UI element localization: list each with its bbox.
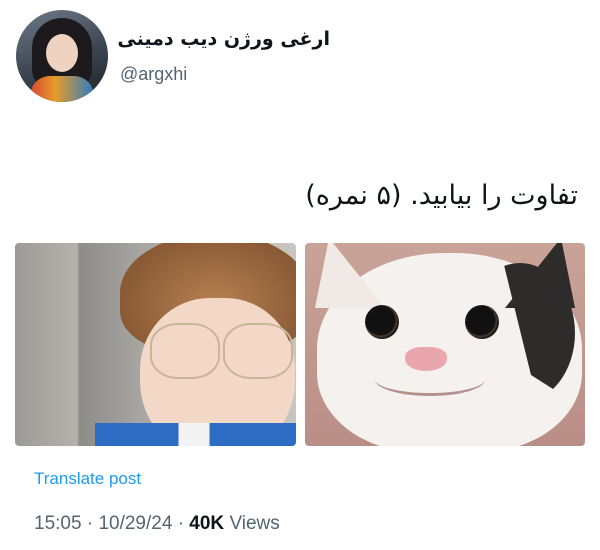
cat-eye-left bbox=[365, 305, 399, 339]
views-count: 40K bbox=[189, 513, 225, 534]
author-display-name[interactable]: ارغی ورژن دیب دمینی bbox=[117, 28, 330, 50]
boy-shirt bbox=[95, 423, 296, 446]
glasses-right-lens bbox=[223, 323, 293, 379]
avatar-face bbox=[46, 34, 78, 72]
post-metadata: 15:05 · 10/29/24 · 40K Views bbox=[34, 513, 280, 535]
meta-separator: · bbox=[86, 513, 94, 534]
meta-separator: · bbox=[177, 513, 185, 534]
translate-post-link[interactable]: Translate post bbox=[34, 469, 141, 489]
post-image-left[interactable] bbox=[15, 243, 296, 446]
post-image-right[interactable] bbox=[305, 243, 585, 446]
cat-eye-right bbox=[465, 305, 499, 339]
avatar[interactable] bbox=[16, 10, 108, 102]
views-label: Views bbox=[229, 513, 280, 534]
cat-mouth bbox=[375, 363, 485, 396]
post-date[interactable]: 10/29/24 bbox=[98, 513, 172, 534]
post-text: تفاوت را بیابید. (۵ نمره) bbox=[305, 180, 578, 211]
glasses-left-lens bbox=[150, 323, 220, 379]
post-time[interactable]: 15:05 bbox=[34, 513, 82, 534]
author-handle[interactable]: @argxhi bbox=[120, 64, 187, 85]
avatar-shirt bbox=[30, 76, 94, 102]
